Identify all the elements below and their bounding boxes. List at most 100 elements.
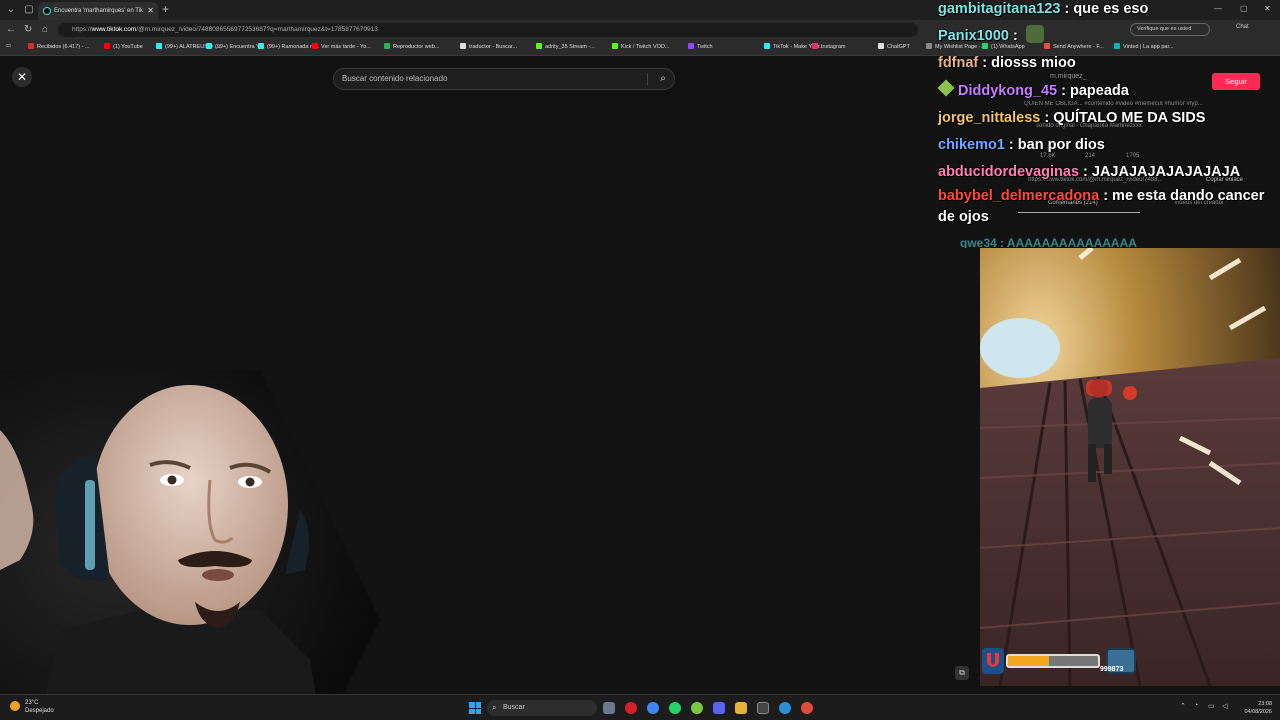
bookmark-label: Reproductor web... [393,44,440,50]
bookmark-favicon-icon [536,43,542,49]
bookmark-item[interactable]: Ver más tarde - Yo... [312,43,371,50]
chat-username[interactable]: babybel_delmercadona [938,188,1099,204]
bookmark-label: traductor - Buscar... [469,44,517,50]
chat-message-partial: qwe34 : AAAAAAAAAAAAAAA [960,236,1137,248]
chat-username[interactable]: abducidordevaginas [938,164,1079,180]
chat-message: Diddykong_45 : papeada [937,78,1280,105]
discord-icon[interactable] [713,702,725,714]
chat-badge-icon [937,79,955,97]
chat-username[interactable]: fdfnaf [938,55,978,71]
url-field[interactable]: https://www.tiktok.com/@m.mirquez_/video… [58,23,918,37]
weather-widget[interactable]: 23°C Despejado [10,699,54,715]
back-icon[interactable]: ← [6,24,16,35]
bookmark-item[interactable]: Reproductor web... [384,43,439,50]
bookmark-favicon-icon [460,43,466,49]
bookmark-label: adrity_35 Stream -... [545,44,595,50]
bookmark-item[interactable]: ChatGPT [878,43,910,50]
gameplay-video [980,248,1280,686]
stream-chat: gambitagitana123 : que es eso Panix1000 :… [937,0,1280,228]
browser-tab-tiktok[interactable]: Encuentra 'marthamirques' en Tik ✕ [38,2,158,20]
bookmark-item[interactable]: traductor - Buscar... [460,43,517,50]
chat-text: : que es eso [1060,1,1149,17]
bookmark-item[interactable]: Twitch [688,43,713,50]
streamer-webcam [0,370,380,720]
chat-message: babybel_delmercadona : me esta dando can… [938,186,1280,228]
tab-actions-icon[interactable]: ⌄ [4,3,18,17]
powerup-timer-fill [1008,656,1049,666]
file-explorer-icon[interactable] [735,702,747,714]
task-view-icon[interactable] [603,702,615,714]
network-icon[interactable]: ◔ [1194,702,1198,709]
bookmarks-menu-icon[interactable]: ▭ [6,43,11,49]
bookmark-favicon-icon [812,43,818,49]
sun-icon [10,701,20,711]
chat-message: chikemo1 : ban por dios [938,132,1280,159]
whatsapp-icon[interactable] [669,702,681,714]
new-tab-button[interactable]: + [162,2,169,16]
chat-text: : ban por dios [1004,137,1105,154]
taskbar-search[interactable]: ⌕ Buscar [487,700,597,716]
chat-username[interactable]: gambitagitana123 [938,1,1061,17]
close-tab-icon[interactable]: ✕ [147,2,154,20]
pip-toggle-icon[interactable]: ⧉ [955,666,969,680]
app-icon[interactable] [691,702,703,714]
close-video-button[interactable]: ✕ [12,67,32,87]
chat-username[interactable]: jorge_nittaless [938,110,1040,126]
game-score: 999873 [1100,666,1124,673]
bookmark-item[interactable]: Kick / Twitch VOD... [612,43,670,50]
chat-text: : QUÍTALO ME DA SIDS [1040,109,1206,126]
search-icon[interactable]: ⌕ [660,69,666,89]
chat-message: abducidordevaginas : JAJAJAJAJAJAJAJA [938,159,1280,186]
related-search-input[interactable]: Buscar contenido relacionado ⌕ [333,68,675,90]
bookmark-favicon-icon [384,43,390,49]
chat-username[interactable]: chikemo1 [938,137,1005,153]
chrome-icon[interactable] [647,702,659,714]
chat-text: : [1008,28,1022,45]
tab-title: Encuentra 'marthamirques' en Tik [54,8,143,14]
chat-message: Panix1000 : [938,23,1280,50]
opera-icon[interactable] [625,702,637,714]
bookmark-favicon-icon [312,43,318,49]
bookmark-favicon-icon [764,43,770,49]
taskbar-search-label: Buscar [503,704,525,711]
chat-username[interactable]: Panix1000 [938,28,1009,44]
weather-temp: 23°C [25,700,39,706]
bookmark-item[interactable]: adrity_35 Stream -... [536,43,595,50]
bookmark-item[interactable]: (1) YouTube [104,43,143,50]
bookmark-label: Twitch [697,44,713,50]
volume-icon[interactable]: ◁ [1222,702,1227,710]
clock-date: 04/08/2026 [1244,709,1272,715]
url-host: www.tiktok.com [91,26,137,33]
screen: ⌄ ▢ Encuentra 'marthamirques' en Tik ✕ +… [0,0,1280,720]
app-icon-2[interactable] [757,702,769,714]
bookmark-favicon-icon [878,43,884,49]
workspaces-icon[interactable]: ▢ [22,3,36,17]
bookmark-favicon-icon [104,43,110,49]
bookmark-item[interactable]: (99+) Encuentra 'vi... [206,43,266,50]
search-placeholder: Buscar contenido relacionado [342,74,448,83]
bookmark-item[interactable]: Instagram [812,43,845,50]
magnet-powerup-icon [982,648,1004,674]
bookmark-item[interactable]: Recibidos (6.417) - ... [28,43,90,50]
system-clock[interactable]: 23:08 04/08/2026 [1238,700,1272,716]
edge-icon[interactable] [779,702,791,714]
search-icon: ⌕ [492,703,497,712]
chat-text: : diosss mioo [978,55,1076,72]
chat-username[interactable]: Diddykong_45 [958,83,1057,99]
bookmark-favicon-icon [688,43,694,49]
recorder-icon[interactable] [801,702,813,714]
bookmark-item[interactable]: (99+) Ramonada ro... [258,43,319,50]
home-icon[interactable]: ⌂ [42,24,48,35]
start-button[interactable] [469,702,481,714]
clock-time: 23:08 [1258,701,1272,707]
bookmark-label: Ver más tarde - Yo... [321,44,371,50]
tray-chevron-icon[interactable]: ⌃ [1180,702,1186,710]
chat-emote-icon [1025,25,1044,44]
weather-condition: Despejado [25,708,54,714]
powerup-timer-bar [1006,654,1100,668]
chat-text: : JAJAJAJAJAJAJAJA [1079,164,1241,181]
chat-message: gambitagitana123 : que es eso [938,0,1280,23]
refresh-icon[interactable]: ↻ [24,24,32,35]
display-icon[interactable]: ▭ [1208,702,1215,710]
url-scheme: https:// [72,26,92,33]
